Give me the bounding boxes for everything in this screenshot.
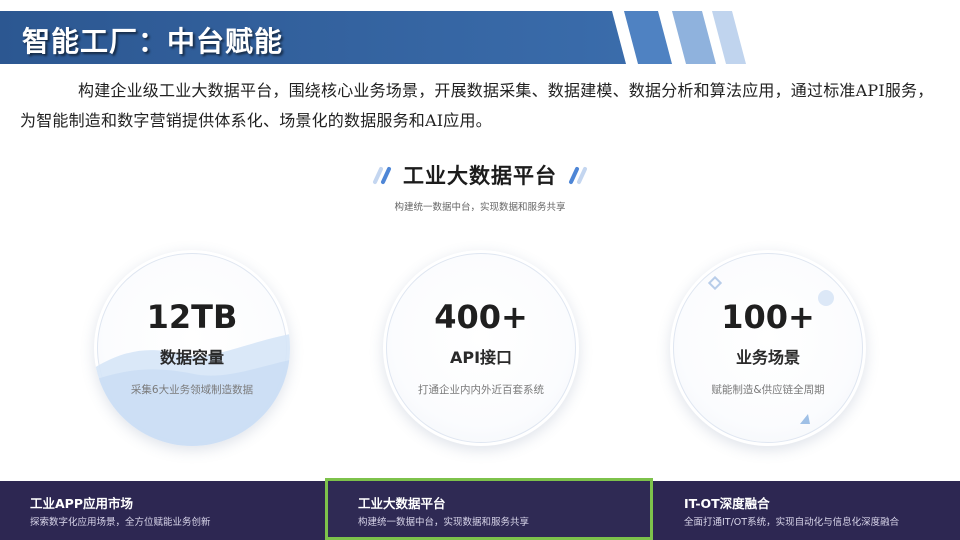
- double-slash-left-icon: [373, 167, 391, 184]
- double-slash-right-icon: [569, 167, 587, 184]
- stat-label: 数据容量: [159, 348, 224, 367]
- stat-circle-api: 400+ API接口 打通企业内内外近百套系统: [383, 250, 579, 446]
- stat-value: 12TB: [146, 298, 238, 336]
- tab-app-market[interactable]: 工业APP应用市场 探索数字化应用场景，全方位赋能业务创新: [0, 481, 325, 540]
- platform-header: 工业大数据平台 构建统一数据中台，实现数据和服务共享: [0, 160, 960, 213]
- tab-title: IT-OT深度融合: [684, 496, 770, 511]
- title-bar: 智能工厂：中台赋能: [0, 11, 960, 64]
- stat-description: 采集6大业务领域制造数据: [130, 384, 254, 396]
- tab-title: 工业APP应用市场: [30, 496, 133, 511]
- tab-it-ot-fusion[interactable]: IT-OT深度融合 全面打通IT/OT系统，实现自动化与信息化深度融合: [653, 481, 960, 540]
- stat-value: 100+: [721, 298, 815, 336]
- stat-description: 打通企业内内外近百套系统: [418, 384, 544, 396]
- stat-description: 赋能制造&供应链全周期: [711, 384, 825, 396]
- tab-title: 工业大数据平台: [358, 496, 446, 511]
- intro-paragraph: 构建企业级工业大数据平台，围绕核心业务场景，开展数据采集、数据建模、数据分析和算…: [20, 81, 934, 130]
- page-title: 智能工厂：中台赋能: [22, 25, 284, 58]
- platform-subtitle: 构建统一数据中台，实现数据和服务共享: [394, 202, 566, 213]
- platform-title: 工业大数据平台: [403, 164, 557, 188]
- tab-big-data-platform[interactable]: 工业大数据平台 构建统一数据中台，实现数据和服务共享: [325, 478, 653, 540]
- diamond-decoration-icon: [708, 276, 722, 290]
- stat-value: 400+: [434, 298, 528, 336]
- stat-label: 业务场景: [735, 348, 800, 367]
- bottom-tab-bar: 工业APP应用市场 探索数字化应用场景，全方位赋能业务创新 工业大数据平台 构建…: [0, 478, 960, 540]
- stat-label: API接口: [449, 348, 513, 367]
- tab-description: 全面打通IT/OT系统，实现自动化与信息化深度融合: [684, 517, 900, 528]
- tab-description: 探索数字化应用场景，全方位赋能业务创新: [30, 517, 211, 528]
- triangle-decoration-icon: [800, 414, 810, 424]
- stat-circle-scenarios: 100+ 业务场景 赋能制造&供应链全周期: [670, 250, 866, 446]
- stat-circle-capacity: 12TB 数据容量 采集6大业务领域制造数据: [94, 250, 290, 446]
- tab-description: 构建统一数据中台，实现数据和服务共享: [358, 517, 530, 528]
